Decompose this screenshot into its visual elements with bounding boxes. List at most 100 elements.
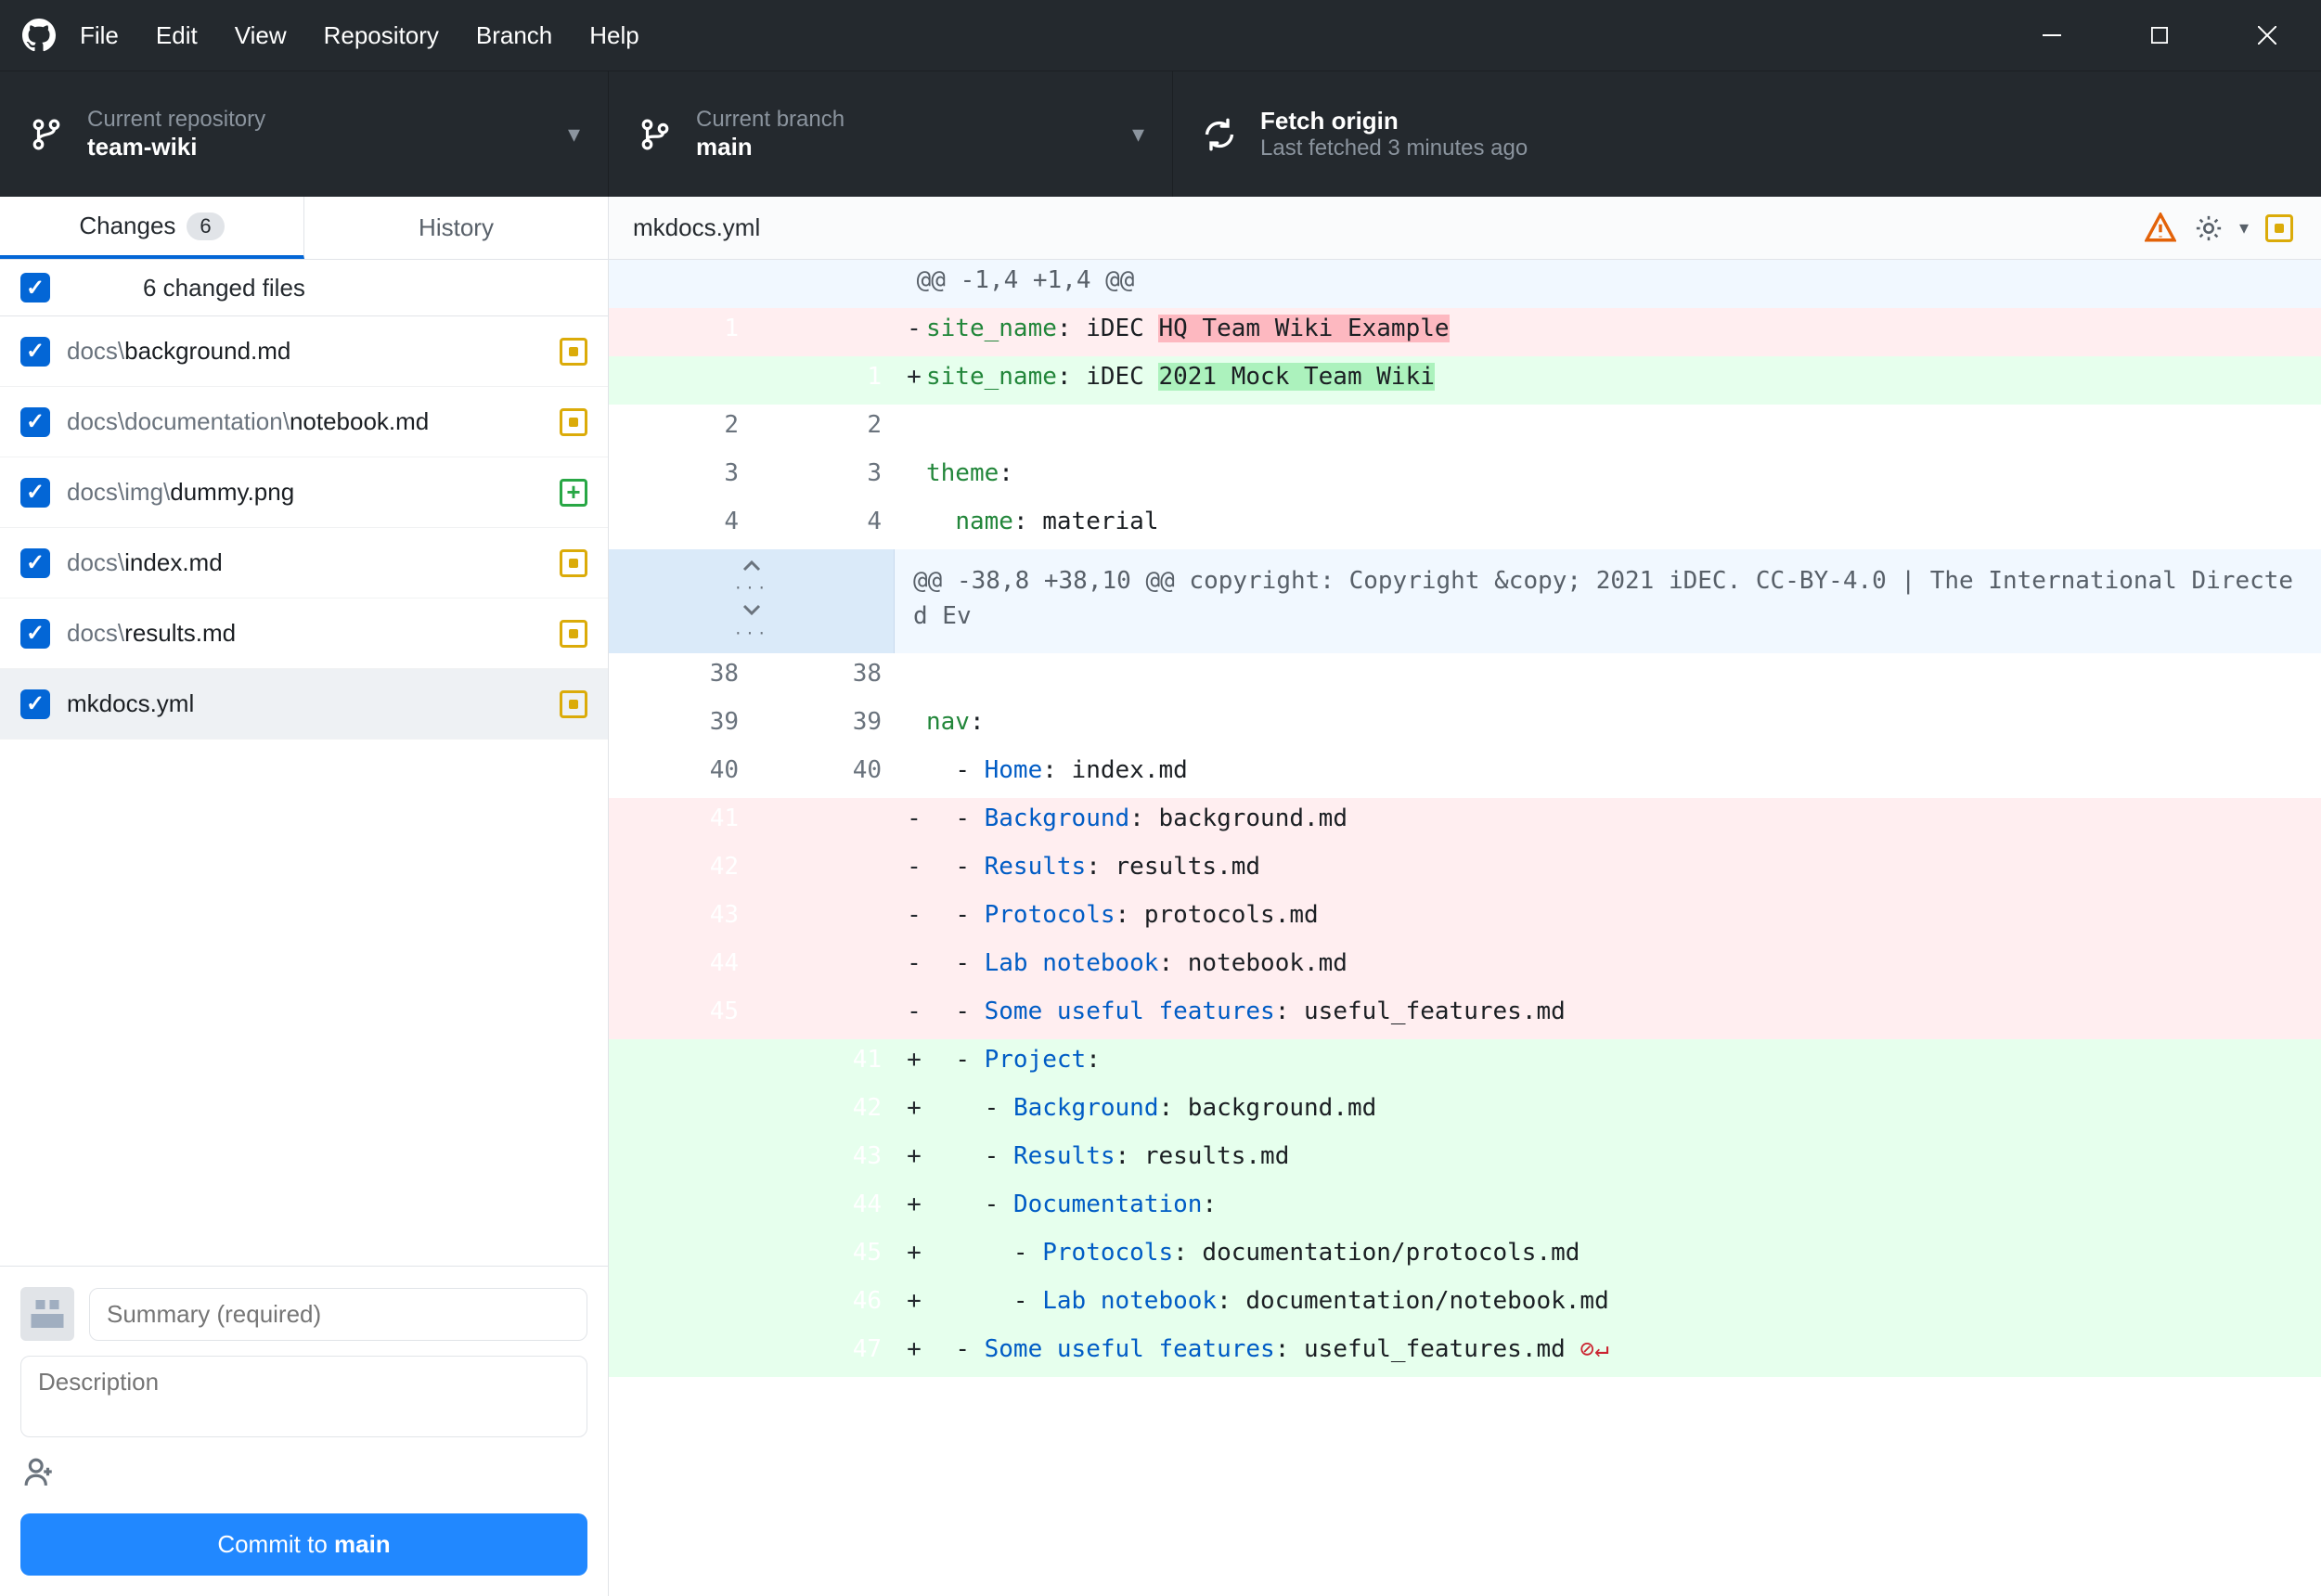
diff-gutter-new: 3 <box>752 453 895 501</box>
file-path: mkdocs.yml <box>67 689 543 718</box>
commit-box: Commit to main <box>0 1266 608 1596</box>
diff-gutter-old <box>609 1184 752 1232</box>
summary-input[interactable] <box>89 1288 587 1341</box>
diff-gutter-old: 43 <box>609 895 752 943</box>
file-checkbox[interactable] <box>20 337 50 367</box>
menu-edit[interactable]: Edit <box>156 21 198 50</box>
diff-gutter-new: 41 <box>752 1039 895 1088</box>
file-checkbox[interactable] <box>20 407 50 437</box>
files-header-text: 6 changed files <box>143 274 305 302</box>
diff-gutter-new: 38 <box>752 653 895 701</box>
diff-gutter-new <box>752 846 895 895</box>
diff-gutter-old <box>609 1329 752 1377</box>
diff-gutter-new: 43 <box>752 1136 895 1184</box>
file-status-icon <box>560 549 587 577</box>
file-row[interactable]: docs\img\dummy.png <box>0 457 608 528</box>
files-header: 6 changed files <box>0 260 608 316</box>
diff-gutter-new: 4 <box>752 501 895 549</box>
diff-code-line <box>895 653 2321 701</box>
menu-file[interactable]: File <box>80 21 119 50</box>
select-all-checkbox[interactable] <box>20 273 50 302</box>
file-row[interactable]: docs\results.md <box>0 598 608 669</box>
file-checkbox[interactable] <box>20 619 50 649</box>
tab-history-label: History <box>419 213 494 242</box>
repo-label: Current repository <box>87 107 546 133</box>
menu-repository[interactable]: Repository <box>324 21 439 50</box>
tab-history[interactable]: History <box>304 197 608 259</box>
file-row[interactable]: docs\index.md <box>0 528 608 598</box>
diff-code-line: +site_name: iDEC 2021 Mock Team Wiki <box>895 356 2321 405</box>
diff-code-line: + - Results: results.md <box>895 1136 2321 1184</box>
branch-selector[interactable]: Current branch main ▾ <box>609 71 1173 197</box>
sync-icon <box>1201 116 1238 153</box>
diff-code-line: + - Some useful features: useful_feature… <box>895 1329 2321 1377</box>
status-icon[interactable] <box>2262 211 2297 246</box>
diff-gutter-old: 40 <box>609 750 752 798</box>
settings-button[interactable] <box>2191 211 2226 246</box>
fetch-button[interactable]: Fetch origin Last fetched 3 minutes ago <box>1173 71 1737 197</box>
diff-hunk-header: @@ -38,8 +38,10 @@ copyright: Copyright … <box>895 549 2321 653</box>
diff-gutter-old: 2 <box>609 405 752 453</box>
diff-gutter-new: 44 <box>752 1184 895 1232</box>
diff-gutter-old: 42 <box>609 846 752 895</box>
diff-gutter-old <box>609 260 752 308</box>
fetch-sub: Last fetched 3 minutes ago <box>1260 135 1709 161</box>
diff-code-line: + - Documentation: <box>895 1184 2321 1232</box>
diff-filename: mkdocs.yml <box>633 213 2143 242</box>
file-path: docs\results.md <box>67 619 543 648</box>
diff-code-line: nav: <box>895 701 2321 750</box>
file-checkbox[interactable] <box>20 478 50 508</box>
file-row[interactable]: docs\documentation\notebook.md <box>0 387 608 457</box>
window-minimize-button[interactable] <box>1998 0 2106 71</box>
file-status-icon <box>560 620 587 648</box>
diff-gutter-old <box>609 1039 752 1088</box>
diff-gutter-new: 42 <box>752 1088 895 1136</box>
menu-branch[interactable]: Branch <box>476 21 552 50</box>
description-input[interactable] <box>20 1356 587 1437</box>
file-status-icon <box>560 338 587 366</box>
file-row[interactable]: mkdocs.yml <box>0 669 608 740</box>
file-checkbox[interactable] <box>20 689 50 719</box>
diff-code-line: - - Lab notebook: notebook.md <box>895 943 2321 991</box>
window-maximize-button[interactable] <box>2106 0 2213 71</box>
avatar <box>20 1287 74 1341</box>
diff-gutter-old <box>609 1232 752 1281</box>
diff-header: mkdocs.yml ▾ <box>609 197 2321 260</box>
branch-value: main <box>696 133 1110 161</box>
caret-down-icon: ▾ <box>2239 216 2249 239</box>
diff-gutter-old: 45 <box>609 991 752 1039</box>
file-path: docs\background.md <box>67 337 543 366</box>
diff-view[interactable]: @@ -1,4 +1,4 @@1-site_name: iDEC HQ Team… <box>609 260 2321 1596</box>
diff-code-line: - - Some useful features: useful_feature… <box>895 991 2321 1039</box>
diff-code-line: + - Project: <box>895 1039 2321 1088</box>
repo-value: team-wiki <box>87 133 546 161</box>
menu-help[interactable]: Help <box>589 21 638 50</box>
caret-down-icon: ▾ <box>568 120 580 148</box>
window-close-button[interactable] <box>2213 0 2321 71</box>
expand-icons[interactable]: ······ <box>609 549 895 653</box>
repo-selector[interactable]: Current repository team-wiki ▾ <box>0 71 609 197</box>
add-coauthor-button[interactable] <box>20 1452 587 1499</box>
diff-panel: mkdocs.yml ▾ @@ -1,4 +1,4 @@1-site_name:… <box>609 197 2321 1596</box>
file-row[interactable]: docs\background.md <box>0 316 608 387</box>
diff-gutter-new: 47 <box>752 1329 895 1377</box>
commit-button[interactable]: Commit to main <box>20 1513 587 1576</box>
commit-button-prefix: Commit to <box>217 1530 334 1558</box>
diff-gutter-new <box>752 895 895 943</box>
file-path: docs\img\dummy.png <box>67 478 543 507</box>
changes-count-badge: 6 <box>187 212 224 240</box>
diff-gutter-old: 44 <box>609 943 752 991</box>
diff-expand[interactable]: ······@@ -38,8 +38,10 @@ copyright: Copy… <box>609 549 2321 653</box>
diff-gutter-old: 3 <box>609 453 752 501</box>
menu-view[interactable]: View <box>235 21 287 50</box>
diff-gutter-old <box>609 1281 752 1329</box>
diff-gutter-old <box>609 1136 752 1184</box>
diff-code-line <box>895 405 2321 453</box>
diff-gutter-new: 39 <box>752 701 895 750</box>
diff-code-line: -site_name: iDEC HQ Team Wiki Example <box>895 308 2321 356</box>
warning-icon[interactable] <box>2143 211 2178 246</box>
diff-gutter-new <box>752 260 895 308</box>
sidebar: Changes 6 History 6 changed files docs\b… <box>0 197 609 1596</box>
file-checkbox[interactable] <box>20 548 50 578</box>
tab-changes[interactable]: Changes 6 <box>0 197 304 259</box>
